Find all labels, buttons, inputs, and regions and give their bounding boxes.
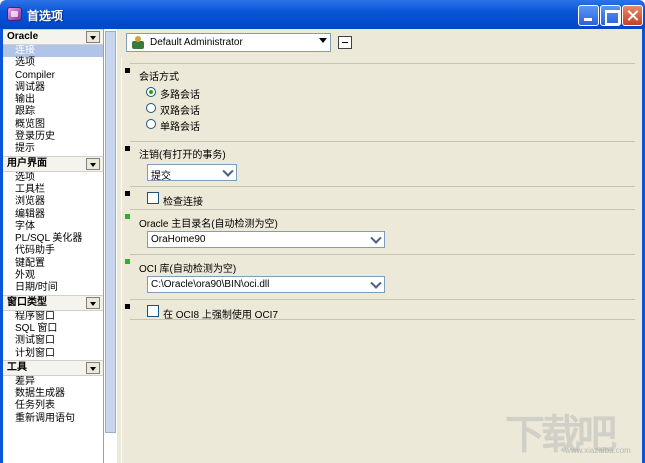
section-marker — [125, 68, 130, 73]
radio-label: 多路会话 — [160, 90, 200, 101]
nav-item-connection[interactable]: 连接 — [3, 45, 103, 58]
nav-item-options[interactable]: 选项 — [3, 57, 103, 69]
nav-group-oracle[interactable]: Oracle — [3, 29, 103, 45]
checkbox[interactable] — [147, 305, 159, 317]
section-marker — [125, 214, 130, 219]
nav-item-compiler[interactable]: Compiler — [3, 70, 103, 82]
radio-button[interactable] — [146, 103, 156, 113]
select-value: 提交 — [151, 171, 171, 182]
nav-item-sql-window[interactable]: SQL 窗口 — [3, 323, 103, 335]
profile-select[interactable]: Default Administrator — [126, 33, 331, 52]
section-title: 注销(有打开的事务) — [139, 150, 226, 161]
section-marker — [125, 304, 130, 309]
oracle-home-section: Oracle 主目录名(自动检测为空) OraHome90 — [125, 209, 635, 251]
nav-item-appearance[interactable]: 外观 — [3, 270, 103, 282]
chevron-down-icon[interactable] — [86, 157, 100, 170]
close-button[interactable] — [622, 5, 643, 26]
nav-item-task-list[interactable]: 任务列表 — [3, 400, 103, 412]
radio-label: 双路会话 — [160, 106, 200, 117]
force-oci7-section: 在 OCI8 上强制使用 OCI7 — [125, 299, 635, 321]
remove-profile-button[interactable] — [338, 36, 352, 49]
nav-item-overview[interactable]: 概览图 — [3, 119, 103, 131]
nav-item-toolbar[interactable]: 工具栏 — [3, 184, 103, 196]
profile-value: Default Administrator — [150, 37, 243, 48]
title-bar: 首选项 — [0, 0, 645, 29]
nav-item-ui-options[interactable]: 选项 — [3, 172, 103, 184]
chevron-down-icon[interactable] — [86, 31, 100, 43]
select-value: C:\Oracle\ora90\BIN\oci.dll — [151, 279, 270, 290]
nav-item-debugger[interactable]: 调试器 — [3, 82, 103, 94]
nav-item-fonts[interactable]: 字体 — [3, 221, 103, 233]
nav-item-trace[interactable]: 跟踪 — [3, 106, 103, 118]
scrollbar-thumb[interactable] — [105, 31, 116, 433]
logoff-select[interactable]: 提交 — [147, 164, 237, 182]
watermark-url: www.xiazaiba.com — [565, 446, 631, 455]
nav-group-user-interface[interactable]: 用户界面 — [3, 155, 103, 172]
profile-row: Default Administrator — [126, 33, 476, 53]
nav-item-hints[interactable]: 提示 — [3, 143, 103, 155]
section-title: OCI 库(自动检测为空) — [139, 264, 237, 275]
chevron-down-icon[interactable] — [86, 361, 100, 374]
checkbox-label: 检查连接 — [163, 197, 203, 208]
nav-group-label: 窗口类型 — [7, 296, 47, 308]
chevron-down-icon[interactable] — [86, 296, 100, 309]
chevron-down-icon[interactable] — [369, 278, 383, 291]
divider — [121, 58, 122, 463]
user-icon — [131, 36, 145, 50]
nav-item-recall-statement[interactable]: 重新调用语句 — [3, 413, 103, 425]
nav-item-output[interactable]: 输出 — [3, 94, 103, 106]
nav-group-window-types[interactable]: 窗口类型 — [3, 294, 103, 311]
oci-library-select[interactable]: C:\Oracle\ora90\BIN\oci.dll — [147, 276, 385, 293]
nav-group-label: 工具 — [7, 361, 27, 373]
maximize-button[interactable] — [600, 5, 621, 26]
nav-item-browser[interactable]: 浏览器 — [3, 196, 103, 208]
section-title: Oracle 主目录名(自动检测为空) — [139, 219, 278, 230]
nav-item-data-generator[interactable]: 数据生成器 — [3, 388, 103, 400]
nav-group-tools[interactable]: 工具 — [3, 359, 103, 376]
nav-item-datetime[interactable]: 日期/时间 — [3, 282, 103, 294]
select-value: OraHome90 — [151, 234, 206, 245]
nav-item-plsql-beautifier[interactable]: PL/SQL 美化器 — [3, 233, 103, 245]
nav-item-plan-window[interactable]: 计划窗口 — [3, 348, 103, 360]
nav-item-code-assistant[interactable]: 代码助手 — [3, 245, 103, 257]
session-mode-section: 会话方式 多路会话 双路会话 单路会话 — [125, 63, 635, 135]
section-title: 会话方式 — [139, 72, 179, 83]
check-connection-section: 检查连接 — [125, 186, 635, 208]
preferences-nav: Oracle 连接 选项 Compiler 调试器 输出 跟踪 概览图 登录历史… — [3, 29, 104, 463]
nav-scrollbar[interactable] — [104, 29, 117, 463]
nav-group-label: 用户界面 — [7, 157, 47, 169]
oracle-home-select[interactable]: OraHome90 — [147, 231, 385, 248]
chevron-down-icon[interactable] — [221, 166, 235, 179]
section-marker — [125, 259, 130, 264]
checkbox-label: 在 OCI8 上强制使用 OCI7 — [163, 310, 279, 321]
nav-group-label: Oracle — [7, 31, 39, 42]
chevron-down-icon[interactable] — [319, 38, 327, 43]
window-title: 首选项 — [27, 9, 64, 23]
nav-item-key-config[interactable]: 键配置 — [3, 258, 103, 270]
radio-button[interactable] — [146, 119, 156, 129]
oci-library-section: OCI 库(自动检测为空) C:\Oracle\ora90\BIN\oci.dl… — [125, 254, 635, 296]
section-marker — [125, 146, 130, 151]
radio-label: 单路会话 — [160, 122, 200, 133]
nav-item-login-history[interactable]: 登录历史 — [3, 131, 103, 143]
nav-item-editor[interactable]: 编辑器 — [3, 209, 103, 221]
app-icon — [7, 7, 22, 21]
nav-item-test-window[interactable]: 测试窗口 — [3, 335, 103, 347]
minimize-button[interactable] — [578, 5, 599, 26]
nav-item-program-window[interactable]: 程序窗口 — [3, 311, 103, 323]
section-marker — [125, 191, 130, 196]
settings-panel: Default Administrator 会话方式 多路会话 双路会话 单路会… — [121, 29, 642, 463]
chevron-down-icon[interactable] — [369, 233, 383, 246]
watermark: 下载吧 www.xiazaiba.com — [505, 402, 641, 460]
logoff-section: 注销(有打开的事务) 提交 — [125, 141, 635, 185]
radio-button[interactable] — [146, 87, 156, 97]
checkbox[interactable] — [147, 192, 159, 204]
nav-item-diff[interactable]: 差异 — [3, 376, 103, 388]
